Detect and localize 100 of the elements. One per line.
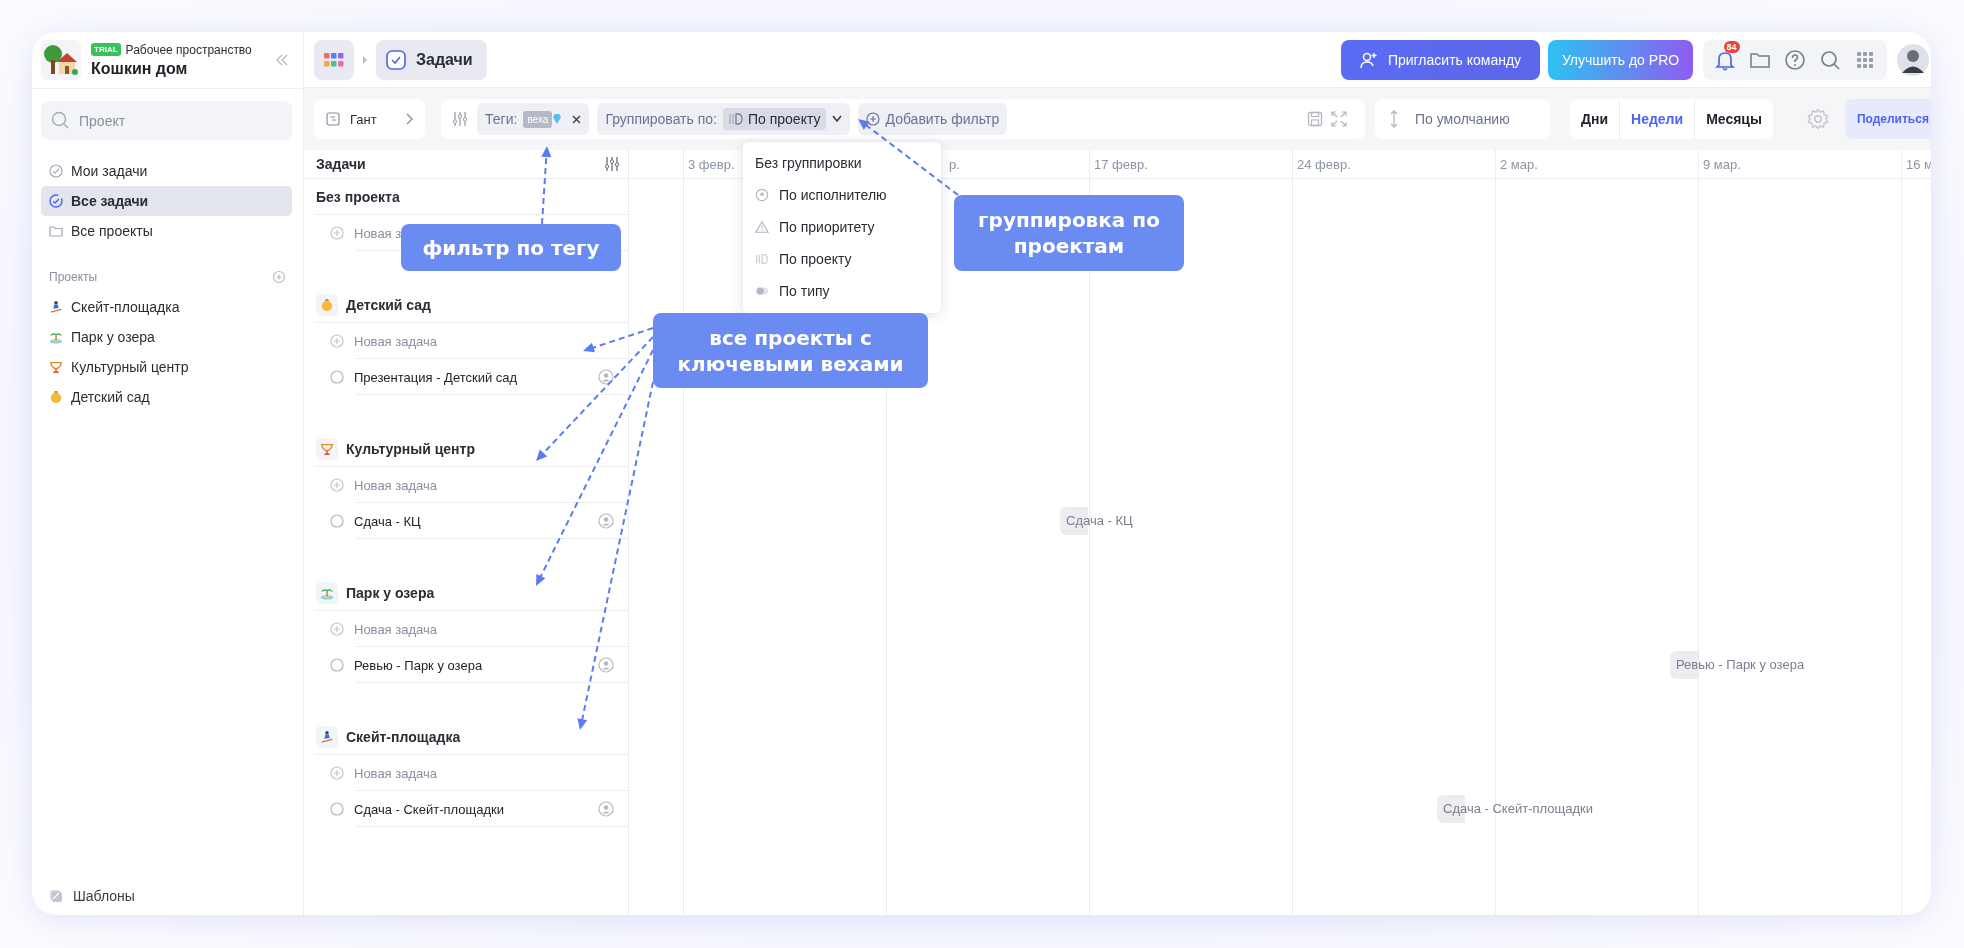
menu-item[interactable]: По проекту	[743, 243, 941, 275]
tag-filter[interactable]: Теги: веха	[477, 103, 590, 135]
search-field[interactable]: Проект	[41, 101, 292, 140]
project-item[interactable]: Скейт-площадка	[41, 292, 292, 322]
project-item[interactable]: Парк у озера	[41, 322, 292, 352]
add-user-icon	[1359, 50, 1378, 69]
add-icon[interactable]	[330, 334, 344, 348]
section-tab[interactable]: Задачи	[376, 39, 487, 80]
trophy-icon	[320, 441, 334, 456]
task-title[interactable]: Презентация - Детский сад	[354, 369, 588, 385]
date-label: 9 мар.	[1702, 156, 1741, 172]
sliders-icon[interactable]	[604, 156, 620, 172]
add-icon[interactable]	[330, 478, 344, 492]
group-title[interactable]: Детский сад	[346, 296, 431, 313]
caret-icon	[831, 115, 842, 123]
date-label: р.	[948, 156, 960, 172]
group-title[interactable]: Без проекта	[316, 188, 400, 205]
menu-item[interactable]: Без группировки	[743, 147, 941, 179]
child-icon	[49, 390, 63, 404]
notification-badge: 84	[1723, 40, 1740, 53]
group-title[interactable]: Скейт-площадка	[346, 728, 461, 745]
section-title: Проекты	[49, 270, 98, 284]
assignee-icon[interactable]	[598, 801, 614, 817]
close-icon[interactable]	[572, 114, 582, 124]
share-button[interactable]: Поделиться	[1844, 99, 1931, 139]
view-selector[interactable]: Гант	[314, 99, 425, 139]
scale-tab[interactable]: Недели	[1620, 99, 1696, 139]
group-title[interactable]: Парк у озера	[346, 584, 435, 601]
expand-icon[interactable]	[1331, 111, 1347, 127]
add-filter-button[interactable]: Добавить фильтр	[857, 103, 1008, 135]
task-title[interactable]: Сдача - КЦ	[354, 513, 588, 529]
scale-tab[interactable]: Месяцы	[1695, 99, 1773, 139]
add-icon[interactable]	[272, 270, 286, 284]
date-label: 17 февр.	[1093, 156, 1148, 172]
skater-icon	[320, 729, 334, 744]
task-checkbox[interactable]	[330, 514, 344, 528]
add-icon[interactable]	[330, 766, 344, 780]
task-checkbox[interactable]	[330, 802, 344, 816]
check-square-icon	[386, 49, 406, 70]
folder-icon	[49, 224, 63, 238]
date-label: 2 мар.	[1499, 156, 1538, 172]
add-icon[interactable]	[330, 226, 344, 240]
project-item[interactable]: Культурный центр	[41, 352, 292, 382]
child-icon	[320, 297, 334, 312]
workspace-name[interactable]: Кошкин дом	[91, 59, 265, 78]
save-icon[interactable]	[1307, 111, 1323, 127]
collapse-icon[interactable]	[275, 53, 289, 67]
assignee-icon[interactable]	[598, 657, 614, 673]
milestone-label[interactable]: Ревью - Парк у озера	[1670, 651, 1805, 679]
workspace-label: Рабочее пространство	[125, 42, 252, 57]
sort-selector[interactable]: По умолчанию	[1375, 99, 1550, 139]
task-title[interactable]: Сдача - Скейт-площадки	[354, 801, 588, 817]
trial-badge: TRIAL	[91, 43, 121, 56]
search-icon	[51, 111, 69, 129]
apps-icon	[324, 52, 344, 67]
task-checkbox[interactable]	[330, 658, 344, 672]
task-checkbox[interactable]	[330, 370, 344, 384]
column-header: Задачи	[316, 156, 366, 172]
chevron-right-icon	[405, 113, 413, 125]
annotation-callout: группировка по проектам	[954, 195, 1184, 271]
nav-item[interactable]: Все задачи	[41, 186, 292, 216]
warning-icon	[755, 220, 769, 234]
project-item[interactable]: Детский сад	[41, 382, 292, 412]
menu-item[interactable]: По приоритету	[743, 211, 941, 243]
nav-item[interactable]: Все проекты	[41, 216, 292, 246]
settings-icon[interactable]	[1806, 108, 1829, 130]
milestone-label[interactable]: Сдача - КЦ	[1060, 507, 1133, 535]
template-icon	[49, 889, 63, 903]
assignee-icon[interactable]	[598, 369, 614, 385]
chevron-icon	[362, 55, 368, 64]
gantt-icon	[326, 112, 340, 126]
group-title[interactable]: Культурный центр	[346, 440, 475, 457]
assignee-icon[interactable]	[598, 513, 614, 529]
annotation-callout: фильтр по тегу	[401, 224, 621, 271]
date-label: 3 февр.	[687, 156, 735, 172]
check-circle-icon	[49, 164, 63, 178]
apps-button[interactable]	[314, 39, 354, 80]
house-icon	[41, 40, 81, 80]
check-circle-icon	[49, 194, 63, 208]
task-title[interactable]: Ревью - Парк у озера	[354, 657, 588, 673]
menu-item[interactable]: По исполнителю	[743, 179, 941, 211]
group-by-filter[interactable]: Группировать по: По проекту	[597, 103, 850, 135]
scale-tab[interactable]: Дни	[1570, 99, 1621, 139]
menu-item[interactable]: По типу	[743, 275, 941, 307]
sliders-icon[interactable]	[451, 110, 469, 128]
milestone-label[interactable]: Сдача - Скейт-площадки	[1437, 795, 1593, 823]
templates-link[interactable]: Шаблоны	[32, 881, 303, 915]
user-icon	[755, 188, 769, 202]
date-label: 24 февр.	[1296, 156, 1351, 172]
avatar[interactable]	[1895, 41, 1931, 78]
search-icon[interactable]	[1819, 48, 1842, 71]
columns-icon	[727, 112, 744, 126]
island-icon	[49, 330, 63, 344]
columns-icon	[755, 252, 769, 266]
help-icon[interactable]	[1783, 48, 1806, 71]
trophy-icon	[49, 360, 63, 374]
add-icon[interactable]	[330, 622, 344, 636]
group-value[interactable]: По проекту	[722, 108, 826, 130]
nav-item[interactable]: Мои задачи	[41, 156, 292, 186]
invite-button[interactable]: Пригласить команду	[1341, 39, 1540, 80]
